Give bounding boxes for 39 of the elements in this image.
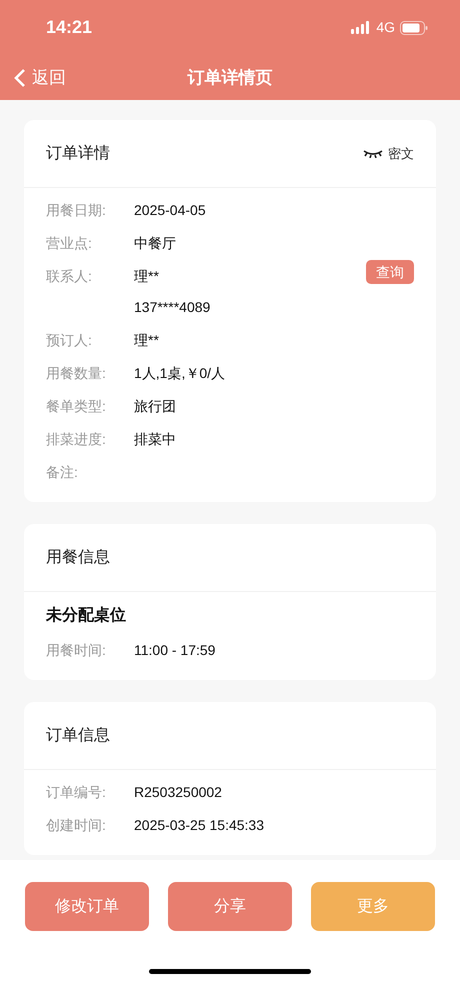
field-label: 备注: xyxy=(46,463,79,482)
field-label: 联系人: xyxy=(46,267,93,286)
field-value: 旅行团 xyxy=(134,397,176,416)
table-status: 未分配桌位 xyxy=(46,605,127,626)
field-label: 营业点: xyxy=(46,234,93,253)
field-value: 中餐厅 xyxy=(134,234,176,253)
back-icon xyxy=(14,68,26,88)
card-title: 订单信息 xyxy=(46,726,110,746)
field-label: 用餐数量: xyxy=(46,364,107,383)
back-button[interactable]: 返回 xyxy=(14,64,66,90)
battery-icon xyxy=(400,20,428,34)
field-value: 2025-03-25 15:45:33 xyxy=(134,816,264,835)
field-value: 137****4089 xyxy=(134,298,210,317)
action-button[interactable]: 分享 xyxy=(168,882,292,931)
network-label: 4G xyxy=(376,18,395,37)
field-label: 用餐日期: xyxy=(46,201,107,220)
cipher-toggle[interactable]: 密文 xyxy=(363,144,414,164)
field-value: 理** xyxy=(134,267,159,286)
field-label: 订单编号: xyxy=(46,783,107,802)
field-value: R2503250002 xyxy=(134,783,222,802)
page-title: 订单详情页 xyxy=(188,66,272,89)
field-label: 用餐时间: xyxy=(46,641,107,660)
field-label: 排菜进度: xyxy=(46,430,107,449)
card-title: 订单详情 xyxy=(46,144,110,164)
field-label: 预订人: xyxy=(46,331,93,350)
field-label: 餐单类型: xyxy=(46,397,107,416)
card-title: 用餐信息 xyxy=(46,548,110,568)
field-value: 2025-04-05 xyxy=(134,201,206,220)
signal-icon xyxy=(351,20,372,34)
field-label: 创建时间: xyxy=(46,816,107,835)
field-value: 理** xyxy=(134,331,159,350)
query-button[interactable]: 查询 xyxy=(366,260,414,284)
closed-eye-icon xyxy=(363,150,383,158)
field-value: 排菜中 xyxy=(134,430,176,449)
action-button[interactable]: 更多 xyxy=(311,882,435,931)
status-time: 14:21 xyxy=(46,16,92,39)
field-value: 11:00 - 17:59 xyxy=(134,641,216,660)
field-value: 1人,1桌,￥0/人 xyxy=(134,364,226,383)
action-button[interactable]: 修改订单 xyxy=(25,882,149,931)
